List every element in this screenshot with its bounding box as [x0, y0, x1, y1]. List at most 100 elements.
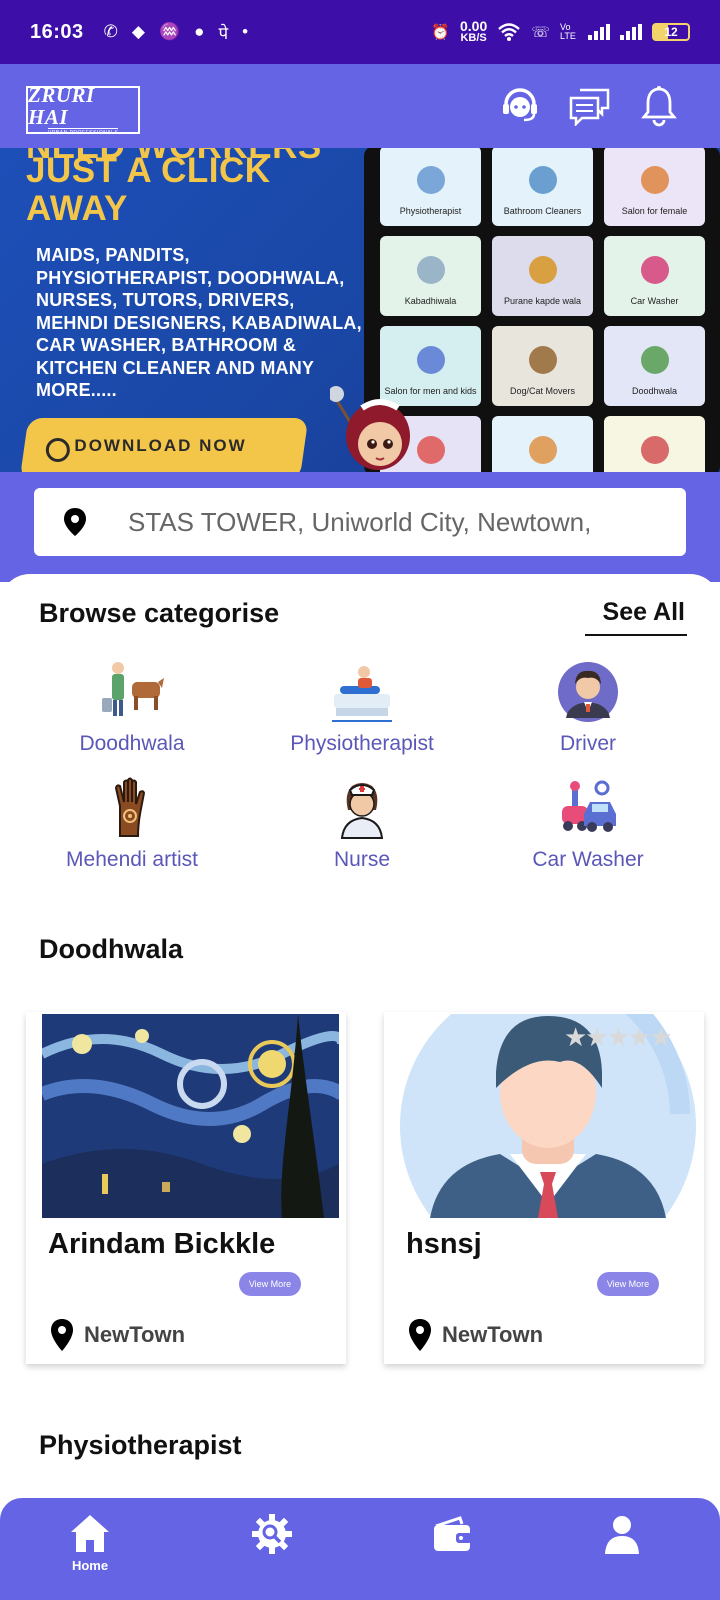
download-now-button[interactable]: DOWNLOAD NOW [19, 418, 309, 472]
volte-label: Vo LTE [560, 22, 576, 41]
missed-call-icon: ✆ [103, 22, 118, 41]
phone-tile: Doodhwala [604, 326, 705, 406]
logo-text: ZRURI HAI [28, 83, 95, 129]
alarm-icon: ⏰ [431, 24, 450, 41]
logo-subtext: URBAN PROFESSIONALS [47, 128, 119, 136]
nav-home[interactable]: Home [60, 1512, 120, 1573]
chat-icon[interactable] [568, 84, 612, 128]
phone-tile: Physiotherapist [380, 148, 481, 226]
location-icon: ◆ [131, 22, 145, 41]
worker-photo: ★★★★★ [400, 1014, 697, 1218]
dot-icon: • [242, 22, 249, 41]
banner-headline-line-2: AWAY [26, 189, 128, 228]
bottom-navigation: Home [0, 1498, 720, 1600]
location-pin-icon [409, 1319, 431, 1351]
system-icons: ⏰ 0.00 KB/S ☏ Vo LTE 12 [431, 19, 690, 44]
phone-tile: Salon for female [604, 148, 705, 226]
rating-stars: ★★★★★ [564, 1022, 673, 1052]
circle-icon [45, 438, 70, 462]
location-input[interactable]: STAS TOWER, Uniworld City, Newtown, [34, 488, 686, 556]
home-icon [71, 1515, 109, 1552]
category-driver[interactable]: Driver [478, 660, 698, 756]
henna-hand-icon [114, 777, 146, 837]
view-more-button[interactable]: View More [597, 1272, 659, 1296]
driver-icon [558, 662, 618, 722]
support-agent-icon[interactable] [498, 84, 542, 128]
profile-icon [605, 1516, 639, 1554]
phone-tile: Pandits/Purohits [492, 416, 593, 472]
payment-icon: पे [218, 23, 229, 43]
nav-wallet[interactable] [422, 1512, 482, 1556]
category-mehendi-artist[interactable]: Mehendi artist [22, 776, 242, 872]
phone-tile: Car Washer [604, 236, 705, 316]
phone-tile: Dog/Cat Movers [492, 326, 593, 406]
nurse-icon [340, 783, 384, 839]
category-label: Car Washer [532, 848, 644, 871]
worker-name: hsnsj [406, 1228, 482, 1260]
status-bar: 16:03 ✆ ◆ ♒ ● पे • ⏰ 0.00 KB/S ☏ Vo LTE … [0, 0, 720, 64]
phone-tile-label: Physiotherapist [399, 206, 462, 216]
phone-tile: Temporary part time [604, 416, 705, 472]
status-time: 16:03 [30, 20, 84, 43]
service-icon [640, 346, 669, 374]
nav-home-label: Home [71, 1558, 109, 1573]
category-label: Physiotherapist [290, 732, 434, 755]
network-speed: 0.00 KB/S [460, 19, 487, 44]
category-car-washer[interactable]: Car Washer [478, 776, 698, 872]
cow-milkman-icon [102, 662, 164, 716]
service-icon [528, 436, 557, 464]
location-pin-icon [64, 508, 86, 536]
wallet-icon [434, 1516, 472, 1551]
worker-location-text: NewTown [442, 1322, 544, 1347]
category-physiotherapist[interactable]: Physiotherapist [252, 660, 472, 756]
chat-bubble-icon: ● [194, 22, 205, 41]
phone-tile-label: Purane kapde wala [503, 296, 582, 306]
netspeed-unit: KB/S [460, 32, 487, 44]
phone-service-grid: Physiotherapist Bathroom Cleaners Salon fo… [380, 148, 710, 472]
signal-2-icon [620, 24, 642, 40]
phone-tile: Bathroom Cleaners [492, 148, 593, 226]
phone-tile-label: Doodhwala [631, 386, 678, 396]
category-label: Nurse [333, 848, 391, 871]
service-icon [528, 166, 557, 194]
nav-services[interactable] [242, 1512, 302, 1556]
physiotherapist-section-title: Physiotherapist [39, 1430, 242, 1460]
battery-level: 12 [664, 25, 678, 39]
see-all-button[interactable]: See All [585, 598, 687, 636]
phone-tile: Purane kapde wala [492, 236, 593, 316]
phone-tile-label: Dog/Cat Movers [509, 386, 576, 396]
service-icon [640, 256, 669, 284]
category-nurse[interactable]: Nurse [252, 776, 472, 872]
battery-icon: 12 [652, 23, 690, 41]
worker-location: NewTown [408, 1318, 543, 1352]
doodhwala-section-title: Doodhwala [39, 934, 184, 964]
signal-1-icon [588, 24, 610, 40]
category-label: Mehendi artist [66, 848, 198, 871]
notification-icons: ✆ ◆ ♒ ● पे • [104, 21, 248, 44]
location-value: STAS TOWER, Uniworld City, Newtown, [128, 506, 592, 537]
settings-search-icon [252, 1514, 292, 1554]
location-bar: STAS TOWER, Uniworld City, Newtown, [0, 472, 720, 582]
category-label: Driver [560, 732, 616, 755]
bell-icon[interactable] [637, 84, 681, 128]
worker-card[interactable]: ★★★★★ hsnsj View More NewTown [384, 1012, 704, 1364]
worker-card[interactable]: Arindam Bickkle View More NewTown [26, 1012, 346, 1364]
promo-banner[interactable]: NEED WORKERS JUST A CLICK AWAY MAIDS, PA… [0, 148, 720, 472]
service-icon [640, 436, 669, 464]
phone-tile-label: Car Washer [630, 296, 679, 306]
worker-location-text: NewTown [84, 1322, 186, 1347]
service-icon [416, 166, 445, 194]
physiotherapy-icon [332, 666, 392, 722]
phone-tile: Kabadhiwala [380, 236, 481, 316]
category-doodhwala[interactable]: Doodhwala [22, 660, 242, 756]
phone-tile-label: Salon for female [621, 206, 688, 216]
download-now-label: DOWNLOAD NOW [74, 436, 247, 455]
app-icon: ♒ [158, 22, 181, 41]
nav-profile[interactable] [592, 1512, 652, 1556]
car-washer-icon [562, 780, 616, 832]
view-more-button[interactable]: View More [239, 1272, 301, 1296]
app-logo[interactable]: ZRURI HAI URBAN PROFESSIONALS [26, 83, 140, 136]
phone-tile-label: Kabadhiwala [404, 296, 457, 306]
banner-services-text: MAIDS, PANDITS, PHYSIOTHERAPIST, DOODHWA… [36, 245, 362, 400]
worker-location: NewTown [50, 1318, 185, 1352]
